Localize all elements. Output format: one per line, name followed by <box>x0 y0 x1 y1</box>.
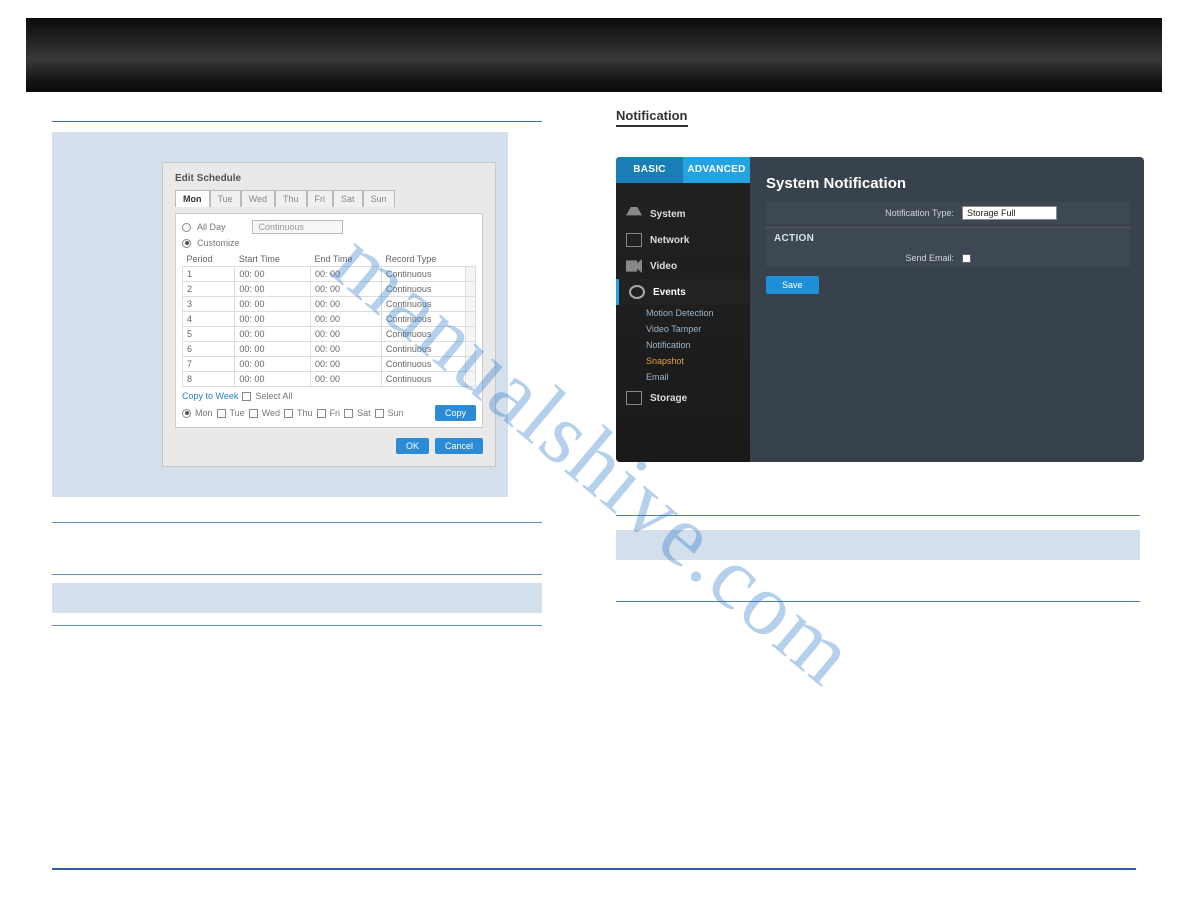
table-row: 800: 0000: 00Continuous <box>183 372 476 387</box>
right-column: Notification BASIC ADVANCED System Netwo… <box>616 108 1146 616</box>
table-row: 200: 0000: 00Continuous <box>183 282 476 297</box>
label-customize: Customize <box>197 238 240 248</box>
chevron-down-icon[interactable] <box>466 327 476 342</box>
system-icon <box>626 207 642 221</box>
dialog-title: Edit Schedule <box>175 173 483 184</box>
rule <box>52 612 542 626</box>
chevron-down-icon[interactable] <box>466 342 476 357</box>
video-icon <box>626 259 642 273</box>
rule <box>52 561 542 575</box>
nav-video[interactable]: Video <box>616 253 750 279</box>
cancel-button[interactable]: Cancel <box>435 438 483 454</box>
action-header: ACTION <box>766 227 1130 249</box>
edit-schedule-dialog: Edit Schedule Mon Tue Wed Thu Fri Sat Su… <box>162 162 496 467</box>
type-select[interactable]: Continuous <box>252 220 344 234</box>
th-type: Record Type <box>381 252 475 267</box>
copy-button[interactable]: Copy <box>435 405 476 421</box>
tab-wed[interactable]: Wed <box>241 190 275 207</box>
notif-type-select[interactable]: Storage Full <box>962 206 1057 220</box>
chevron-down-icon[interactable] <box>466 312 476 327</box>
section-title: Notification <box>616 108 688 127</box>
sub-snapshot[interactable]: Snapshot <box>616 353 750 369</box>
chk-wed[interactable] <box>249 409 258 418</box>
edit-schedule-panel: Edit Schedule Mon Tue Wed Thu Fri Sat Su… <box>52 132 508 497</box>
chevron-down-icon[interactable] <box>466 282 476 297</box>
chevron-down-icon[interactable] <box>466 372 476 387</box>
notif-type-label: Notification Type: <box>774 208 954 218</box>
chevron-down-icon[interactable] <box>466 357 476 372</box>
rule <box>616 588 1140 602</box>
chk-tue[interactable] <box>217 409 226 418</box>
lbl: Sun <box>388 408 404 418</box>
send-email-label: Send Email: <box>774 253 954 263</box>
tab-advanced[interactable]: ADVANCED <box>683 157 750 183</box>
dvr-screenshot: BASIC ADVANCED System Network Video Even… <box>616 157 1144 462</box>
radio-customize[interactable] <box>182 239 191 248</box>
lbl: Thu <box>297 408 313 418</box>
nav-events[interactable]: Events <box>616 279 750 305</box>
table-row: 400: 0000: 00Continuous <box>183 312 476 327</box>
network-icon <box>626 233 642 247</box>
label-allday: All Day <box>197 222 226 232</box>
nav-storage[interactable]: Storage <box>616 385 750 411</box>
label-select-all: Select All <box>255 391 292 401</box>
sub-notification[interactable]: Notification <box>616 337 750 353</box>
tab-basic[interactable]: BASIC <box>616 157 683 183</box>
band <box>52 583 542 613</box>
copy-to-week-link[interactable]: Copy to Week <box>182 391 238 401</box>
table-row: 600: 0000: 00Continuous <box>183 342 476 357</box>
nav-network[interactable]: Network <box>616 227 750 253</box>
day-tabs: Mon Tue Wed Thu Fri Sat Sun <box>175 190 483 207</box>
chk-sat[interactable] <box>344 409 353 418</box>
rule <box>52 108 542 122</box>
footer-rule <box>52 868 1136 870</box>
chk-thu[interactable] <box>284 409 293 418</box>
table-row: 100: 0000: 00Continuous <box>183 267 476 282</box>
tab-sun[interactable]: Sun <box>363 190 395 207</box>
chk-mon[interactable] <box>182 409 191 418</box>
rule <box>616 502 1140 516</box>
th-period: Period <box>183 252 235 267</box>
dialog-body: All Day Continuous Customize Period Star… <box>175 213 483 428</box>
tab-thu[interactable]: Thu <box>275 190 307 207</box>
sub-email[interactable]: Email <box>616 369 750 385</box>
tab-tue[interactable]: Tue <box>210 190 241 207</box>
th-start: Start Time <box>235 252 311 267</box>
header-banner <box>26 18 1162 92</box>
lbl: Fri <box>330 408 341 418</box>
send-email-checkbox[interactable] <box>962 254 971 263</box>
events-icon <box>629 285 645 299</box>
chk-sun[interactable] <box>375 409 384 418</box>
page-heading: System Notification <box>766 175 1130 192</box>
table-row: 500: 0000: 00Continuous <box>183 327 476 342</box>
save-button[interactable]: Save <box>766 276 819 294</box>
sub-tamper[interactable]: Video Tamper <box>616 321 750 337</box>
chk-select-all[interactable] <box>242 392 251 401</box>
band <box>616 530 1140 560</box>
lbl: Mon <box>195 408 213 418</box>
radio-allday[interactable] <box>182 223 191 232</box>
tab-sat[interactable]: Sat <box>333 190 363 207</box>
rule <box>52 509 542 523</box>
table-row: 300: 0000: 00Continuous <box>183 297 476 312</box>
chevron-down-icon[interactable] <box>466 297 476 312</box>
schedule-table: Period Start Time End Time Record Type 1… <box>182 252 476 387</box>
content: System Notification Notification Type: S… <box>766 175 1130 294</box>
table-row: 700: 0000: 00Continuous <box>183 357 476 372</box>
lbl: Sat <box>357 408 371 418</box>
ok-button[interactable]: OK <box>396 438 429 454</box>
tab-fri[interactable]: Fri <box>307 190 334 207</box>
th-end: End Time <box>310 252 381 267</box>
tab-mon[interactable]: Mon <box>175 190 210 207</box>
lbl: Wed <box>262 408 280 418</box>
nav-system[interactable]: System <box>616 201 750 227</box>
sub-motion[interactable]: Motion Detection <box>616 305 750 321</box>
lbl: Tue <box>230 408 245 418</box>
chevron-down-icon[interactable] <box>466 267 476 282</box>
sidebar: BASIC ADVANCED System Network Video Even… <box>616 157 750 462</box>
storage-icon <box>626 391 642 405</box>
left-column: Edit Schedule Mon Tue Wed Thu Fri Sat Su… <box>52 108 542 634</box>
chk-fri[interactable] <box>317 409 326 418</box>
